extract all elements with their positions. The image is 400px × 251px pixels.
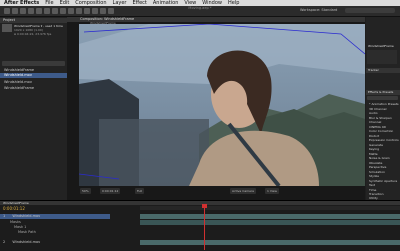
layer-number: 1 xyxy=(3,214,6,218)
project-panel xyxy=(0,17,67,200)
magnification-dropdown[interactable]: 50% xyxy=(80,188,91,194)
puppet-tool-icon[interactable] xyxy=(108,8,114,14)
current-time-display[interactable]: 0:00:01:12 xyxy=(100,188,121,194)
timeline-tab-bar xyxy=(0,201,400,205)
project-search-input[interactable] xyxy=(2,61,65,66)
brush-tool-icon[interactable] xyxy=(76,8,82,14)
pan-behind-tool-icon[interactable] xyxy=(44,8,50,14)
time-ruler[interactable] xyxy=(140,206,400,210)
timeline-layer[interactable]: 2 Windshield.mov xyxy=(0,240,110,245)
footage-info-duration: Δ 0:00:04:22, 23.976 fps xyxy=(14,32,52,36)
tab-project[interactable]: Project xyxy=(3,18,15,22)
timeline-timecode[interactable]: 0:00:01:12 xyxy=(3,206,25,211)
text-tool-icon[interactable] xyxy=(68,8,74,14)
info-title: WindshieldFrame xyxy=(368,44,394,48)
camera-tool-icon[interactable] xyxy=(36,8,42,14)
project-item[interactable]: WindshieldFrame xyxy=(0,86,67,91)
mask-track-bar xyxy=(140,220,400,225)
pen-tool-icon[interactable] xyxy=(60,8,66,14)
layer-name: Windshield.mov xyxy=(12,214,41,218)
layer-duration-bar[interactable] xyxy=(140,240,400,245)
layer-number: 2 xyxy=(3,240,6,244)
footage-thumbnail xyxy=(2,24,12,32)
project-item[interactable]: Windshield.mov xyxy=(0,80,67,85)
layer-name: Windshield.mov xyxy=(12,240,41,244)
resolution-dropdown[interactable]: Full xyxy=(135,188,145,194)
view-layout-dropdown[interactable]: 1 View xyxy=(265,188,279,194)
effects-search-input[interactable] xyxy=(367,96,398,100)
camera-view-dropdown[interactable]: Active Camera xyxy=(230,188,257,194)
layer-duration-bar[interactable] xyxy=(140,214,400,219)
info-readout xyxy=(367,50,397,64)
window-title: Moving.aep * xyxy=(188,6,212,10)
workspace-label[interactable]: Workspace: Standard xyxy=(300,8,337,12)
rotate-tool-icon[interactable] xyxy=(28,8,34,14)
hand-tool-icon[interactable] xyxy=(12,8,18,14)
project-item-selected[interactable]: Windshield.mov xyxy=(0,73,67,78)
tab-effects-presets[interactable]: Effects & Presets xyxy=(368,90,393,94)
search-help-input[interactable] xyxy=(345,8,395,13)
playhead[interactable] xyxy=(204,205,205,250)
composition-viewer[interactable] xyxy=(79,24,365,186)
zoom-tool-icon[interactable] xyxy=(20,8,26,14)
mask-path[interactable]: Mask Path xyxy=(18,230,36,235)
viewer-frame xyxy=(79,24,365,186)
clone-tool-icon[interactable] xyxy=(84,8,90,14)
playhead-handle[interactable] xyxy=(202,204,207,208)
selection-tool-icon[interactable] xyxy=(4,8,10,14)
eraser-tool-icon[interactable] xyxy=(92,8,98,14)
timeline-layer-selected[interactable]: 1 Windshield.mov xyxy=(0,214,110,219)
tab-tracker[interactable]: Tracker xyxy=(368,68,379,72)
mask-tool-icon[interactable] xyxy=(52,8,58,14)
tab-timeline[interactable]: WindshieldFrame xyxy=(3,201,29,205)
roto-brush-tool-icon[interactable] xyxy=(100,8,106,14)
